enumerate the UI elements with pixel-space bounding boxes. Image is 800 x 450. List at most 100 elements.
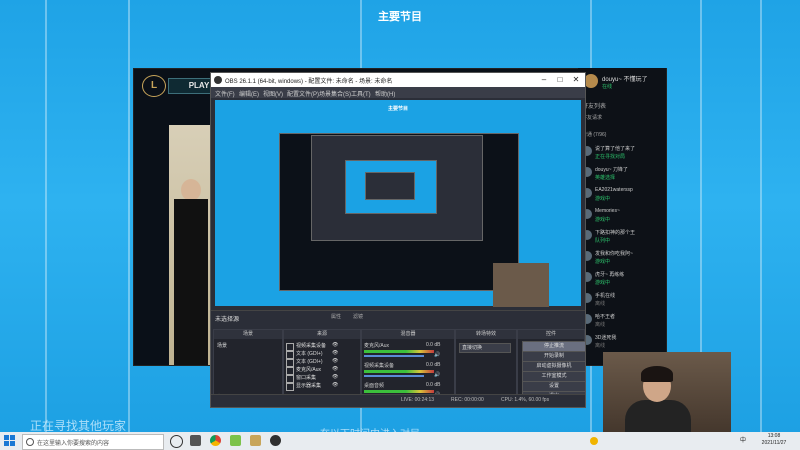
ime-indicator[interactable]: 中 <box>740 435 746 444</box>
source-item[interactable]: 视频采集设备 👁 <box>286 342 354 351</box>
eye-icon[interactable]: 👁 <box>332 382 338 388</box>
friend-status: 队列中 <box>595 238 611 244</box>
volume-slider[interactable] <box>364 355 424 357</box>
menu-tools[interactable]: 工具(T) <box>351 89 371 98</box>
bg-stripe <box>128 0 130 440</box>
obs-taskbar-icon[interactable] <box>270 435 281 446</box>
windows-start-icon[interactable] <box>4 435 16 447</box>
menu-view[interactable]: 视图(V) <box>263 89 283 98</box>
friend-status: 游戏中 <box>595 280 611 286</box>
friend-list-item[interactable]: 发我和你吃我阿~ 游戏中 <box>582 249 664 269</box>
obs-statusbar: LIVE: 00:24:13 REC: 00:00:00 CPU: 1.4%, … <box>211 394 585 406</box>
live-status: LIVE: 00:24:13 <box>401 397 435 403</box>
friend-status: 游戏中 <box>595 196 611 202</box>
properties-button[interactable]: 属性 <box>331 313 341 320</box>
tray-icon[interactable] <box>590 437 598 445</box>
menu-help[interactable]: 帮助(H) <box>375 89 395 98</box>
preview-webcam <box>493 263 549 307</box>
volume-meter <box>364 370 434 373</box>
friend-name: 说了算了他了来了 <box>595 146 636 152</box>
profile-name: douyu~ 不懂玩了 <box>602 77 648 83</box>
menu-scene-collection[interactable]: 场景集合(S) <box>319 89 351 98</box>
bg-stripe <box>760 0 762 440</box>
chrome-icon[interactable] <box>210 435 221 446</box>
menu-profile[interactable]: 配置文件(P) <box>287 89 319 98</box>
friend-list-item[interactable]: 说了算了他了来了 正在寻找对局 <box>582 144 664 164</box>
source-item[interactable]: 麦克风/Aux 👁 <box>286 366 354 375</box>
eye-icon[interactable]: 👁 <box>332 358 338 364</box>
friend-name: 发我和你吃我阿~ <box>595 251 633 257</box>
friend-status: 英雄选择 <box>595 175 616 181</box>
volume-meter <box>364 390 434 393</box>
close-icon[interactable]: ✕ <box>569 74 583 86</box>
search-icon <box>26 438 34 446</box>
speaker-icon[interactable]: 🔊 <box>434 352 440 358</box>
transitions-dock-header: 转场特效 <box>456 330 516 339</box>
volume-slider[interactable] <box>364 375 424 377</box>
stream-title: 主要节目 <box>378 11 422 23</box>
maximize-icon[interactable]: □ <box>553 74 567 86</box>
transition-select[interactable]: 直接切换 <box>459 343 511 353</box>
taskbar: 在这里输入你要搜索的内容 中 13:08 2021/11/27 <box>0 432 800 450</box>
obs-titlebar: OBS 26.1.1 (64-bit, windows) - 配置文件: 未命名… <box>211 73 585 87</box>
friend-status: 离线 <box>595 301 606 307</box>
friend-list-item[interactable]: Memories~ 游戏中 <box>582 207 664 227</box>
rec-status: REC: 00:00:00 <box>451 397 484 403</box>
sources-dock-header: 来源 <box>284 330 360 339</box>
friend-list-item[interactable]: 手机在线 离线 <box>582 291 664 311</box>
source-item[interactable]: 文本 (GDI+) 👁 <box>286 358 354 367</box>
mixer-db-value: 0.0 dB <box>426 382 441 388</box>
eye-icon[interactable]: 👁 <box>332 366 338 372</box>
friend-status: 正在寻找对局 <box>595 154 626 160</box>
volume-meter <box>364 350 434 353</box>
task-view-icon[interactable] <box>170 435 183 448</box>
source-item[interactable]: 文本 (GDI+) 👁 <box>286 350 354 359</box>
taskbar-app-icon[interactable] <box>190 435 201 446</box>
friend-name: Memories~ <box>595 208 620 214</box>
filters-button[interactable]: 滤镜 <box>353 313 363 320</box>
menu-file[interactable]: 文件(F) <box>215 89 235 98</box>
menu-edit[interactable]: 编辑(E) <box>239 89 259 98</box>
source-item[interactable]: 窗口采集 👁 <box>286 374 354 383</box>
eye-icon[interactable]: 👁 <box>332 342 338 348</box>
league-logo: L <box>142 75 166 97</box>
obs-preview[interactable]: 主要节目 <box>215 100 581 307</box>
speaker-icon[interactable]: 🔊 <box>434 372 440 378</box>
mixer-db-value: 0.0 dB <box>426 342 441 348</box>
eye-icon[interactable]: 👁 <box>332 374 338 380</box>
friend-status: 游戏中 <box>595 259 611 265</box>
friend-list-item[interactable]: EA2021waterssp 游戏中 <box>582 186 664 206</box>
mixer-channel-name: 视频采集设备 <box>364 363 395 369</box>
friend-list-item[interactable]: 3D迷死我 离线 <box>582 333 664 353</box>
friend-list-item[interactable]: 下路扣神的那个王 队列中 <box>582 228 664 248</box>
source-label: 显示器采集 <box>296 383 322 389</box>
obs-menubar: 文件(F) 编辑(E) 视图(V) 配置文件(P) 场景集合(S) 工具(T) … <box>211 87 585 98</box>
clock-date: 2021/11/27 <box>761 440 787 446</box>
taskbar-search[interactable]: 在这里输入你要搜索的内容 <box>22 434 164 450</box>
source-label: 麦克风/Aux <box>296 367 322 373</box>
taskbar-app-icon[interactable] <box>230 435 241 446</box>
obs-logo-icon <box>214 76 222 84</box>
eye-icon[interactable]: 👁 <box>332 350 338 356</box>
source-label: 文本 (GDI+) <box>296 351 323 357</box>
friend-name: 哈不王者 <box>595 314 616 320</box>
friend-list-item[interactable]: douyu~ 刀锋了 英雄选择 <box>582 165 664 185</box>
league-taskbar-icon[interactable] <box>250 435 261 446</box>
clock-time: 13:08 <box>767 433 781 439</box>
scene-item[interactable]: 场景 <box>217 342 227 349</box>
source-item[interactable]: 显示器采集 👁 <box>286 382 354 391</box>
friend-list-item[interactable]: 虎牙~ 再练练 游戏中 <box>582 270 664 290</box>
player-portrait <box>181 179 201 201</box>
friend-status: 离线 <box>595 322 606 328</box>
friend-status: 游戏中 <box>595 217 611 223</box>
preview-nested-deeper <box>365 172 415 200</box>
taskbar-clock[interactable]: 13:08 2021/11/27 <box>754 433 794 447</box>
friend-list-item[interactable]: 哈不王者 离线 <box>582 312 664 332</box>
mixer-channel-name: 麦克风/Aux <box>364 343 390 349</box>
source-label: 窗口采集 <box>296 375 317 381</box>
friend-name: douyu~ 刀锋了 <box>595 167 628 173</box>
webcam-feed <box>603 352 731 442</box>
avatar[interactable] <box>584 74 598 88</box>
minimize-icon[interactable]: – <box>537 74 551 86</box>
friends-panel: douyu~ 不懂玩了 在线 好友列表 好友请求 普通 (7/96) 说了算了他… <box>578 68 666 364</box>
